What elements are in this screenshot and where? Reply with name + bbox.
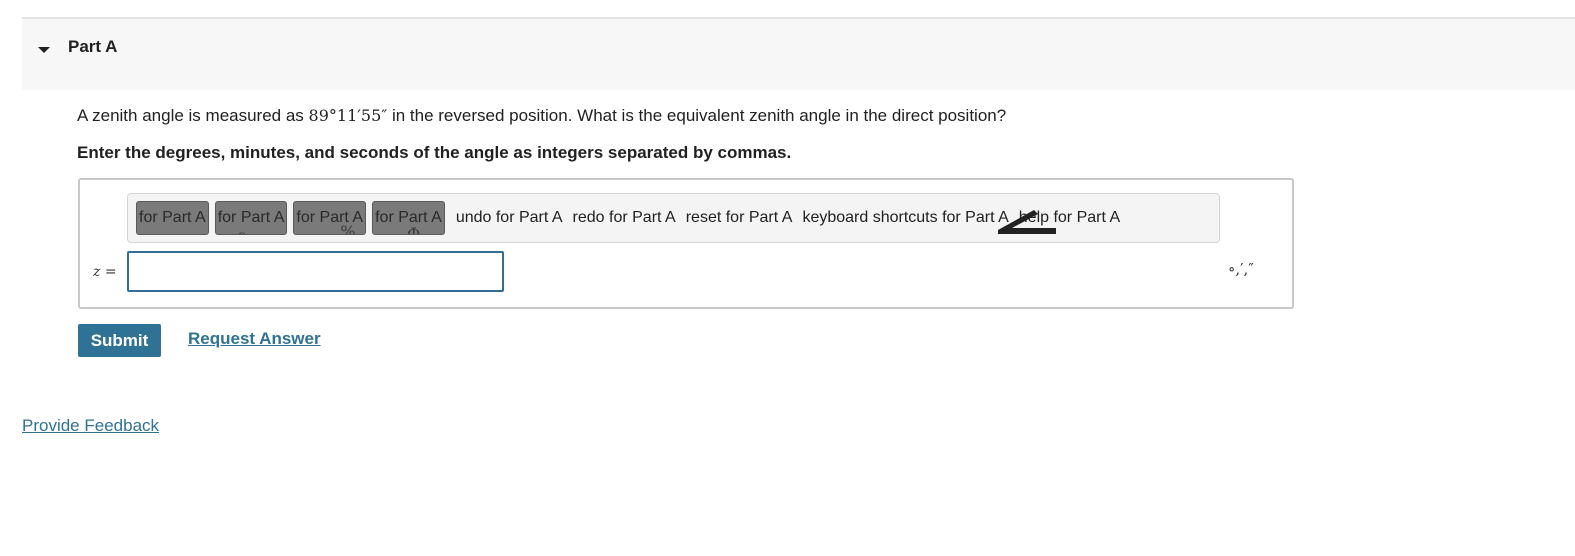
reset-button[interactable]: reset for Part A [686, 209, 793, 227]
superscript-button[interactable]: for Part A a [214, 201, 288, 235]
template-button-label: for Part A [139, 209, 206, 226]
request-answer-link[interactable]: Request Answer [188, 329, 321, 349]
answer-equals: = [104, 264, 117, 280]
part-header[interactable]: Part A [22, 19, 1575, 90]
answer-input[interactable] [127, 251, 504, 292]
math-toolbar: for Part A for Part A a for Part A % for… [127, 193, 1220, 243]
provide-feedback-link[interactable]: Provide Feedback [22, 416, 159, 436]
instruction-text: Enter the degrees, minutes, and seconds … [77, 143, 792, 162]
answer-units: ∘,′,″ [1228, 260, 1254, 278]
undo-arrow-icon [998, 210, 1056, 234]
vector-button[interactable]: for Part A % [293, 201, 367, 235]
redo-button[interactable]: redo for Part A [573, 209, 676, 227]
answer-variable-label: z = [93, 264, 117, 280]
answer-variable: z [93, 264, 101, 280]
symbols-button[interactable]: for Part A Φ [372, 201, 445, 235]
superscript-icon: a [238, 220, 248, 234]
keyboard-shortcuts-button[interactable]: keyboard shortcuts for Part A [802, 209, 1008, 227]
question-text: A zenith angle is measured as 89°11′55″ … [77, 106, 1006, 126]
question-before: A zenith angle is measured as [77, 106, 309, 125]
symbols-icon: Φ [407, 224, 421, 235]
superscript-button-label: for Part A [217, 209, 285, 226]
template-button[interactable]: for Part A [136, 201, 209, 235]
question-angle: 89°11′55″ [308, 106, 388, 125]
undo-button[interactable]: undo for Part A [456, 209, 563, 227]
caret-down-icon[interactable] [38, 47, 50, 53]
answer-box: for Part A for Part A a for Part A % for… [78, 178, 1294, 309]
part-title: Part A [68, 37, 118, 56]
question-after: in the reversed position. What is the eq… [387, 106, 1007, 125]
submit-button[interactable]: Submit [78, 324, 161, 357]
vector-icon: % [340, 222, 356, 235]
